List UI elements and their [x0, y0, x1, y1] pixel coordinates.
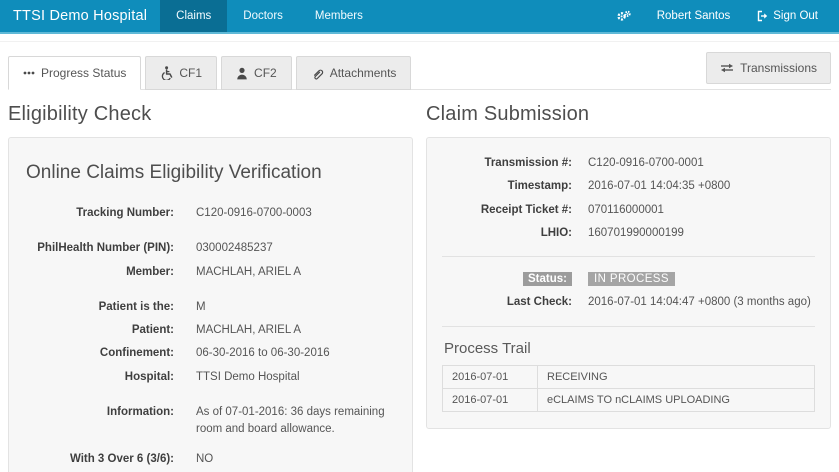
user-name: Robert Santos	[657, 10, 731, 22]
field-row-information: Information: As of 07-01-2016: 36 days r…	[24, 401, 397, 442]
sign-out-label: Sign Out	[773, 10, 818, 22]
field-value: NO	[196, 451, 213, 468]
field-value: M	[196, 299, 206, 316]
field-value: TTSI Demo Hospital	[196, 369, 300, 386]
field-label: PhilHealth Number (PIN):	[24, 240, 174, 257]
trail-date-cell: 2016-07-01	[443, 388, 538, 411]
field-row-member: Member: MACHLAH, ARIEL A	[24, 261, 397, 284]
settings-cogs-icon[interactable]	[603, 0, 644, 32]
wheelchair-icon	[160, 66, 173, 80]
table-row: 2016-07-01 RECEIVING	[443, 365, 815, 388]
transmissions-button[interactable]: Transmissions	[706, 52, 831, 84]
claim-tabs: Progress Status CF1 CF2 Attachments	[8, 52, 831, 90]
brand-title[interactable]: TTSI Demo Hospital	[0, 0, 160, 32]
field-value: 030002485237	[196, 240, 273, 257]
process-trail-title: Process Trail	[444, 340, 815, 357]
tab-label: Progress Status	[41, 66, 126, 80]
field-label: Last Check:	[442, 294, 572, 311]
tab-progress-status[interactable]: Progress Status	[8, 56, 141, 90]
header-divider	[0, 41, 839, 42]
field-value: 2016-07-01 14:04:47 +0800 (3 months ago)	[588, 294, 811, 311]
nav-item-members[interactable]: Members	[299, 0, 379, 32]
eligibility-column: Eligibility Check Online Claims Eligibil…	[8, 90, 413, 472]
field-label: With 3 Over 6 (3/6):	[24, 451, 174, 468]
field-row-tracking-number: Tracking Number: C120-0916-0700-0003	[24, 202, 397, 225]
user-icon	[236, 67, 248, 80]
status-label: Status:	[523, 272, 572, 286]
nav-item-label: Doctors	[243, 10, 283, 22]
field-row-status: Status: IN PROCESS	[442, 268, 815, 291]
field-label: Confinement:	[24, 345, 174, 362]
table-row: 2016-07-01 eCLAIMS TO nCLAIMS UPLOADING	[443, 388, 815, 411]
field-value: 160701990000199	[588, 225, 684, 242]
field-row-patient: Patient: MACHLAH, ARIEL A	[24, 319, 397, 342]
field-label: Timestamp:	[442, 178, 572, 195]
field-row-transmission-number: Transmission #: C120-0916-0700-0001	[442, 152, 815, 175]
paperclip-icon	[311, 67, 324, 80]
field-label: Patient:	[24, 322, 174, 339]
status-badge: IN PROCESS	[588, 272, 675, 286]
eligibility-panel-title: Online Claims Eligibility Verification	[26, 162, 397, 184]
tab-label: CF2	[254, 66, 277, 80]
field-row-patient-is-the: Patient is the: M	[24, 296, 397, 319]
field-label: LHIO:	[442, 225, 572, 242]
field-value: C120-0916-0700-0001	[588, 155, 704, 172]
tab-label: Attachments	[330, 66, 397, 80]
user-menu[interactable]: Robert Santos	[644, 0, 744, 32]
claim-submission-column: Claim Submission Transmission #: C120-09…	[426, 90, 831, 429]
field-label: Transmission #:	[442, 155, 572, 172]
panel-divider	[442, 326, 815, 327]
tab-cf1[interactable]: CF1	[145, 56, 217, 90]
field-value: 06-30-2016 to 06-30-2016	[196, 345, 330, 362]
tab-attachments[interactable]: Attachments	[296, 56, 412, 90]
tab-cf2[interactable]: CF2	[221, 56, 292, 90]
nav-item-label: Members	[315, 10, 363, 22]
field-label: Receipt Ticket #:	[442, 202, 572, 219]
nav-item-label: Claims	[176, 10, 211, 22]
nav-item-claims[interactable]: Claims	[160, 0, 227, 32]
field-label: Member:	[24, 264, 174, 281]
panel-divider	[442, 256, 815, 257]
field-value: 2016-07-01 14:04:35 +0800	[588, 178, 730, 195]
field-row-with-3-over-6: With 3 Over 6 (3/6): NO	[24, 448, 397, 471]
field-row-philhealth-pin: PhilHealth Number (PIN): 030002485237	[24, 237, 397, 260]
transmissions-label: Transmissions	[740, 61, 817, 75]
top-navbar: TTSI Demo Hospital Claims Doctors Member…	[0, 0, 839, 34]
field-value: 070116000001	[588, 202, 664, 219]
tab-label: CF1	[179, 66, 202, 80]
trail-status-cell: eCLAIMS TO nCLAIMS UPLOADING	[538, 388, 815, 411]
field-row-receipt-ticket: Receipt Ticket #: 070116000001	[442, 199, 815, 222]
field-row-hospital: Hospital: TTSI Demo Hospital	[24, 366, 397, 389]
process-trail-table: 2016-07-01 RECEIVING 2016-07-01 eCLAIMS …	[442, 365, 815, 412]
eligibility-panel: Online Claims Eligibility Verification T…	[8, 137, 413, 472]
nav-item-doctors[interactable]: Doctors	[227, 0, 299, 32]
navbar-right: Robert Santos Sign Out	[603, 0, 839, 32]
exchange-arrows-icon	[720, 63, 734, 73]
trail-date-cell: 2016-07-01	[443, 365, 538, 388]
sign-out-icon	[756, 10, 768, 22]
field-value: MACHLAH, ARIEL A	[196, 322, 301, 339]
field-label: Information:	[24, 404, 174, 439]
sign-out-button[interactable]: Sign Out	[743, 0, 831, 32]
field-label: Hospital:	[24, 369, 174, 386]
field-row-confinement: Confinement: 06-30-2016 to 06-30-2016	[24, 342, 397, 365]
status-value-wrap: IN PROCESS	[588, 271, 675, 288]
field-value: As of 07-01-2016: 36 days remaining room…	[196, 404, 397, 439]
field-label: Tracking Number:	[24, 205, 174, 222]
claim-section-title: Claim Submission	[426, 103, 831, 126]
field-row-timestamp: Timestamp: 2016-07-01 14:04:35 +0800	[442, 175, 815, 198]
field-value: C120-0916-0700-0003	[196, 205, 312, 222]
status-label-wrap: Status:	[442, 271, 572, 288]
field-label: Patient is the:	[24, 299, 174, 316]
claim-submission-panel: Transmission #: C120-0916-0700-0001 Time…	[426, 137, 831, 429]
field-row-last-check: Last Check: 2016-07-01 14:04:47 +0800 (3…	[442, 291, 815, 314]
ellipsis-icon	[23, 71, 35, 75]
field-value: MACHLAH, ARIEL A	[196, 264, 301, 281]
trail-status-cell: RECEIVING	[538, 365, 815, 388]
field-row-lhio: LHIO: 160701990000199	[442, 222, 815, 245]
main-content: Eligibility Check Online Claims Eligibil…	[0, 90, 839, 472]
eligibility-section-title: Eligibility Check	[8, 103, 413, 126]
